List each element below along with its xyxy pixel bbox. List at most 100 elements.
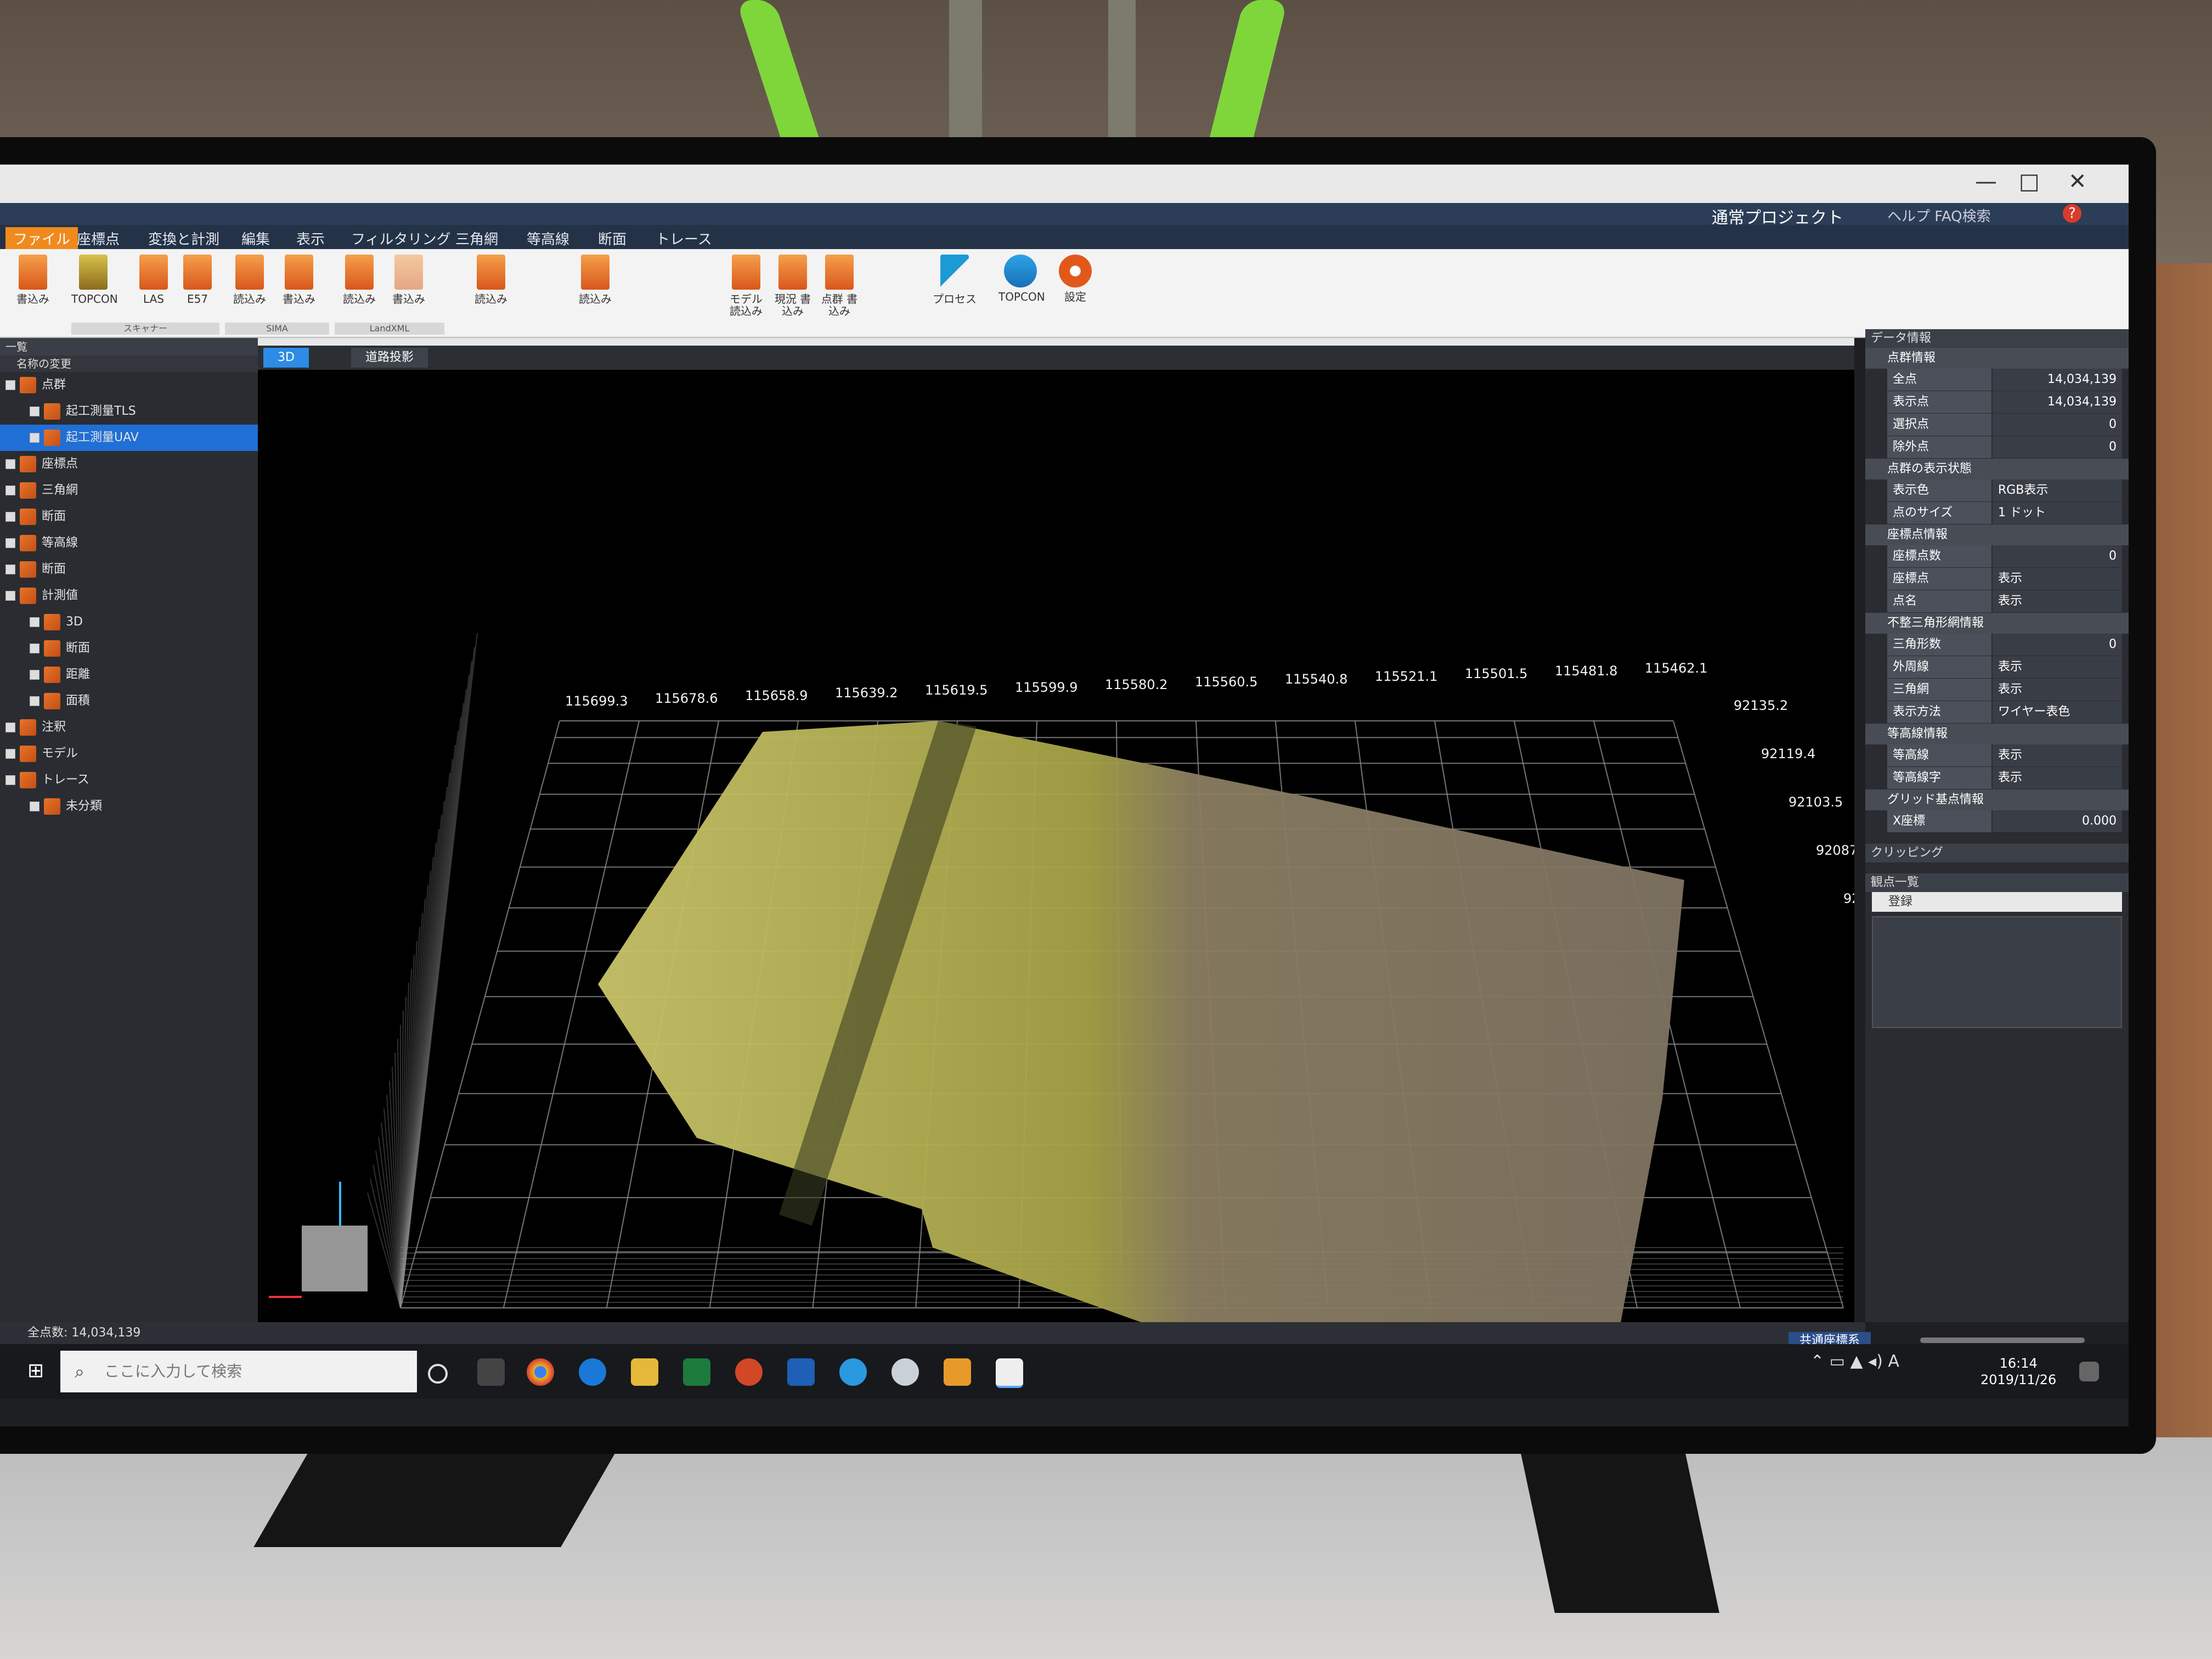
tree-item[interactable]: 三角網 [0,477,258,504]
ribbon-model-read-button[interactable]: モデル 読込み [724,255,768,317]
system-tray[interactable]: ⌃ ▭ ▲ ◂) A [1810,1352,1899,1371]
expand-icon[interactable] [30,407,40,416]
app-icon[interactable] [891,1358,919,1386]
expand-icon[interactable] [5,512,15,522]
tree-item[interactable]: 断面 [0,556,258,583]
expand-icon[interactable] [30,433,40,443]
tree-item[interactable]: 距離 [0,662,258,688]
expand-icon[interactable] [30,644,40,653]
taskbar-search-input[interactable]: ⌕ ここに入力して検索 [60,1351,417,1392]
tree-item[interactable]: モデル [0,741,258,767]
notification-icon[interactable] [2079,1362,2099,1381]
menu-section[interactable]: 断面 [598,228,627,249]
info-value[interactable]: 表示 [1993,656,2122,678]
info-value[interactable]: RGB表示 [1993,479,2122,501]
maximize-icon[interactable]: □ [2019,169,2040,194]
point-cloud-surface[interactable] [598,721,1684,1322]
pointcloud-app-icon[interactable] [996,1358,1023,1388]
expand-icon[interactable] [30,670,40,680]
info-value[interactable]: 表示 [1993,590,2122,612]
expand-icon[interactable] [30,802,40,811]
tree-item[interactable]: 点群 [0,372,258,398]
tree-item[interactable]: 計測値 [0,583,258,609]
tree-item[interactable]: 起工測量TLS [0,398,258,425]
ribbon-sima-write-button[interactable]: 書込み [277,255,321,305]
info-value[interactable]: ワイヤー表色 [1993,701,2122,723]
expand-icon[interactable] [5,591,15,601]
windows-start-icon[interactable]: ⊞ [27,1361,46,1381]
expand-icon[interactable] [5,486,15,495]
tab-road-projection[interactable]: 道路投影 [351,348,428,368]
info-section-header[interactable]: 点群の表示状態 [1865,459,2129,479]
axis-gizmo[interactable] [269,1182,368,1298]
ribbon-read-button-1[interactable]: 読込み [469,255,513,305]
ribbon-process-button[interactable]: プロセス [933,255,977,305]
info-value[interactable]: 表示 [1993,767,2122,789]
taskbar-clock[interactable]: 16:14 2019/11/26 [1980,1355,2056,1388]
cortana-icon[interactable] [428,1364,448,1384]
tree-item[interactable]: 断面 [0,635,258,662]
ribbon-read-button-2[interactable]: 読込み [573,255,617,305]
close-icon[interactable]: ✕ [2068,169,2087,194]
task-view-icon[interactable] [477,1358,505,1386]
ribbon-current-write-button[interactable]: 現況 書込み [771,255,815,317]
k-app-icon[interactable] [944,1358,971,1386]
info-value[interactable]: 表示 [1993,744,2122,766]
expand-icon[interactable] [5,749,15,759]
info-value[interactable]: 0 [1993,634,2122,656]
tree-item[interactable]: 面積 [0,688,258,714]
ribbon-pointcloud-write-button[interactable]: 点群 書込み [817,255,861,317]
tree-item[interactable]: トレース [0,767,258,793]
menu-contour[interactable]: 等高線 [527,228,569,249]
ribbon-las-button[interactable]: LAS [132,255,176,305]
expand-icon[interactable] [30,617,40,627]
info-value[interactable]: 14,034,139 [1993,369,2122,391]
tree-item[interactable]: 等高線 [0,530,258,556]
powerpoint-icon[interactable] [735,1358,763,1386]
tree-item[interactable]: 3D [0,609,258,635]
zoom-slider[interactable] [1920,1338,2085,1343]
ime-indicator[interactable]: A [1888,1352,1899,1371]
ribbon-sima-read-button[interactable]: 読込み [228,255,272,305]
info-section-header[interactable]: グリッド基点情報 [1865,789,2129,810]
expand-icon[interactable] [5,459,15,469]
tab-3d[interactable]: 3D [263,348,309,368]
menu-file[interactable]: ファイル [5,227,78,250]
tree-item[interactable]: 座標点 [0,451,258,477]
3d-viewport[interactable]: 115699.3 115678.6 115658.9 115639.2 115619.5… [258,370,1854,1322]
menu-edit[interactable]: 編集 [241,228,270,249]
menu-trace[interactable]: トレース [656,228,712,249]
expand-icon[interactable] [30,696,40,706]
rename-button[interactable]: 名称の変更 [0,356,258,372]
expand-icon[interactable] [5,380,15,390]
tree-item[interactable]: 未分類 [0,793,258,820]
point-list-box[interactable] [1872,916,2122,1028]
tree-item[interactable]: 起工測量UAV [0,425,258,451]
edge-icon[interactable] [579,1358,606,1386]
register-button[interactable]: 登録 [1872,892,2122,912]
ribbon-e57-button[interactable]: E57 [176,255,219,305]
info-section-header[interactable]: 点群情報 [1865,348,2129,369]
expand-icon[interactable] [5,565,15,574]
menu-coordinate-points[interactable]: 座標点 [77,228,120,249]
ribbon-landxml-read-button[interactable]: 読込み [337,255,381,305]
info-value[interactable]: 0 [1993,545,2122,567]
info-section-header[interactable]: 不整三角形網情報 [1865,613,2129,634]
expand-icon[interactable] [5,775,15,785]
ribbon-settings-button[interactable]: 設定 [1053,255,1097,303]
ribbon-topcon-button[interactable]: TOPCON [998,255,1045,303]
expand-icon[interactable] [5,723,15,732]
ribbon-import-button[interactable]: 書込み [11,255,55,305]
ie-icon[interactable] [839,1358,867,1386]
info-value[interactable]: 0 [1993,414,2122,436]
info-section-header[interactable]: 座標点情報 [1865,524,2129,545]
help-icon[interactable]: ? [2063,204,2081,223]
info-section-header[interactable]: 等高線情報 [1865,724,2129,744]
info-value[interactable]: 0.000 [1993,810,2122,832]
menu-view[interactable]: 表示 [296,228,325,249]
info-value[interactable]: 表示 [1993,679,2122,701]
minimize-icon[interactable]: — [1975,169,1997,194]
excel-icon[interactable] [683,1358,710,1386]
menu-triangulation[interactable]: 三角網 [455,228,498,249]
info-value[interactable]: 14,034,139 [1993,391,2122,413]
